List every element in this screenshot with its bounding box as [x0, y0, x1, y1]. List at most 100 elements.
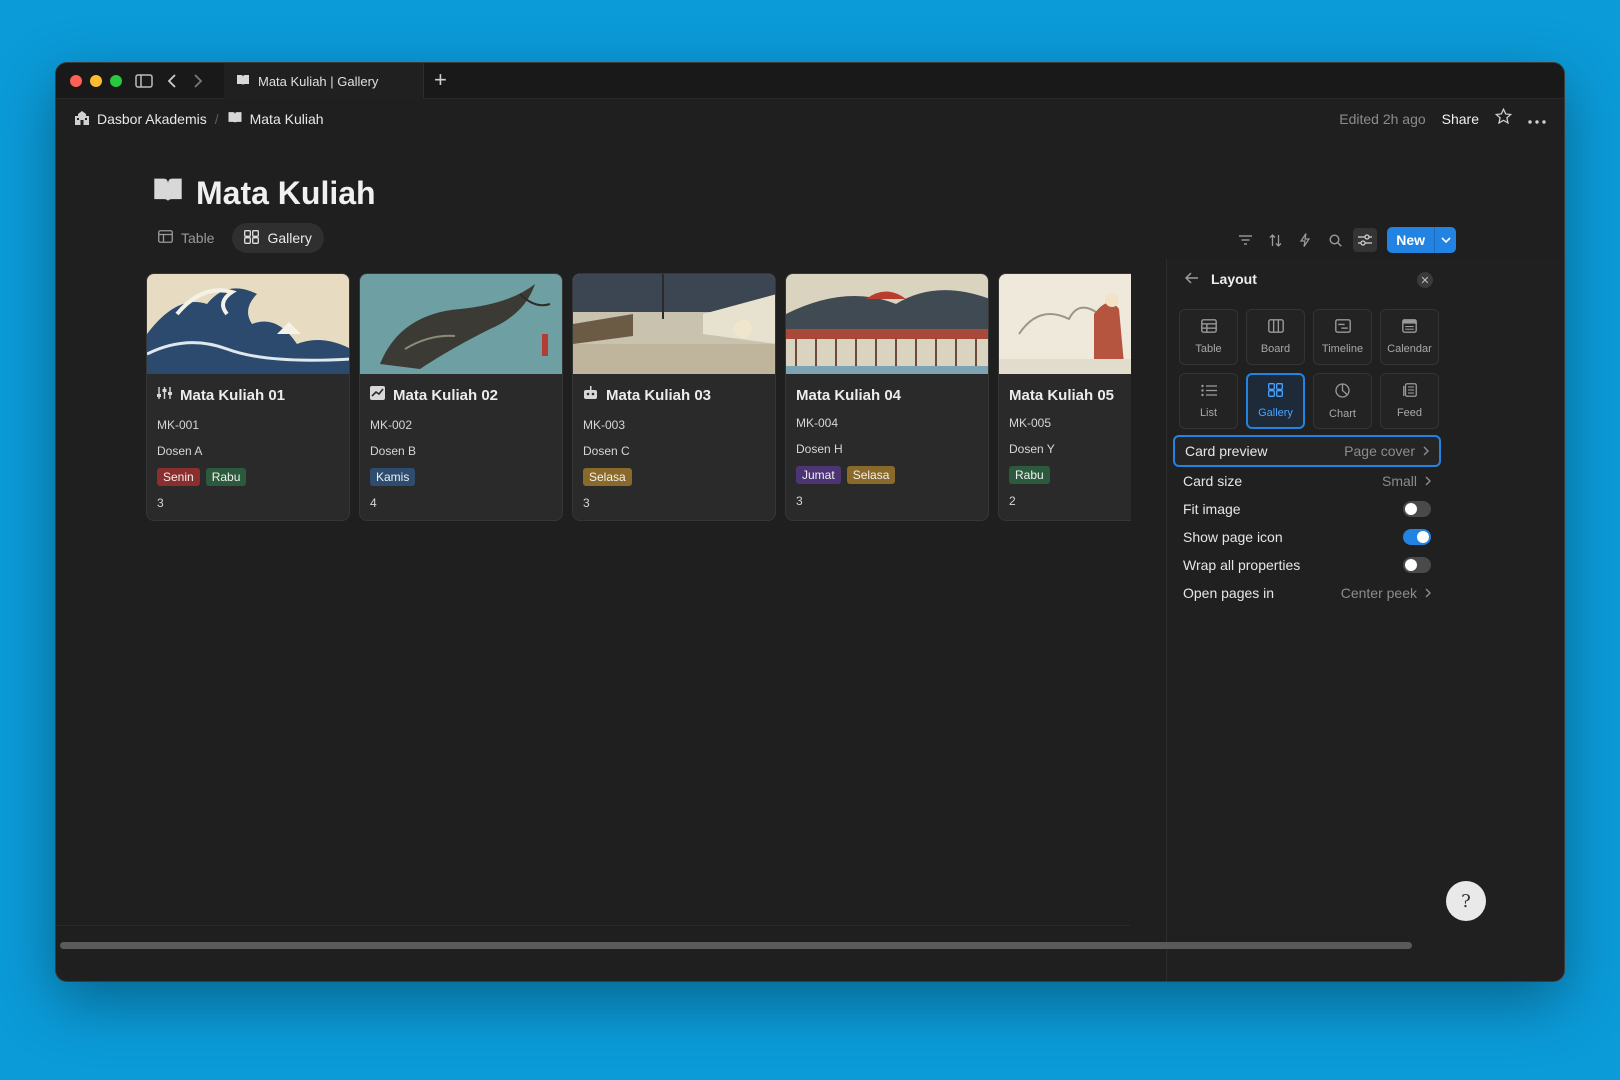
breadcrumb-current-label: Mata Kuliah — [249, 111, 324, 127]
chevron-right-icon — [1423, 443, 1429, 459]
close-window-button[interactable] — [70, 75, 82, 87]
search-icon[interactable] — [1323, 228, 1347, 252]
panel-header: Layout — [1184, 271, 1435, 287]
setting-label: Wrap all properties — [1183, 557, 1301, 573]
chevron-right-icon — [1425, 473, 1431, 489]
edited-timestamp: Edited 2h ago — [1339, 111, 1426, 127]
setting-card-size[interactable]: Card size Small — [1173, 467, 1441, 495]
minimize-window-button[interactable] — [90, 75, 102, 87]
setting-show-page-icon: Show page icon — [1173, 523, 1441, 551]
view-tabs: Table Gallery — [146, 223, 324, 253]
layout-option-chart[interactable]: Chart — [1313, 373, 1372, 429]
automation-bolt-icon[interactable] — [1293, 228, 1317, 252]
breadcrumb-parent[interactable]: Dasbor Akademis — [74, 110, 207, 128]
page-title: Mata Kuliah — [152, 175, 376, 212]
setting-label: Card preview — [1185, 443, 1268, 459]
breadcrumb-separator: / — [214, 111, 219, 127]
feed-icon — [1402, 383, 1417, 401]
tab-gallery[interactable]: Gallery — [232, 223, 324, 253]
tag: Selasa — [846, 466, 896, 484]
school-icon — [74, 110, 90, 128]
new-button-group: New — [1387, 227, 1456, 253]
card-tags: Senin Rabu — [157, 468, 339, 486]
tag: Jumat — [796, 466, 841, 484]
tab-table[interactable]: Table — [146, 223, 226, 253]
chart-icon — [370, 386, 385, 404]
close-icon[interactable]: ✕ — [1417, 272, 1433, 288]
wrap-properties-toggle[interactable] — [1403, 557, 1431, 573]
back-arrow-icon[interactable] — [162, 71, 182, 91]
gallery-grid: Mata Kuliah 01 MK-001 Dosen A Senin Rabu… — [146, 273, 1131, 533]
title-bar: Mata Kuliah | Gallery + — [56, 63, 1564, 99]
setting-label: Fit image — [1183, 501, 1241, 517]
layout-option-label: Timeline — [1321, 343, 1364, 355]
page-title-text[interactable]: Mata Kuliah — [196, 175, 376, 212]
breadcrumb-current[interactable]: Mata Kuliah — [227, 111, 324, 127]
layout-option-calendar[interactable]: Calendar — [1380, 309, 1439, 365]
gallery-card[interactable]: Mata Kuliah 05 MK-005 Dosen Y Rabu 2 — [998, 273, 1131, 521]
card-count: 3 — [796, 494, 803, 508]
new-button[interactable]: New — [1387, 227, 1434, 253]
browser-tab[interactable]: Mata Kuliah | Gallery — [224, 63, 424, 99]
card-tags: Selasa — [583, 468, 765, 486]
card-title: Mata Kuliah 03 — [583, 384, 765, 406]
layout-option-label: Chart — [1329, 407, 1356, 420]
card-code: MK-003 — [583, 418, 626, 432]
panel-title: Layout — [1211, 271, 1257, 287]
gallery-card[interactable]: Mata Kuliah 04 MK-004 Dosen H Jumat Sela… — [785, 273, 989, 521]
card-title-text: Mata Kuliah 02 — [393, 386, 499, 404]
sidebar-toggle-icon[interactable] — [134, 71, 154, 91]
layout-option-table[interactable]: Table — [1179, 309, 1238, 365]
layout-settings: Card preview Page cover Card size Small … — [1173, 435, 1441, 607]
layout-option-gallery[interactable]: Gallery — [1246, 373, 1305, 429]
card-lecturer: Dosen B — [370, 444, 417, 458]
setting-value-text: Page cover — [1344, 443, 1415, 459]
gallery-card[interactable]: Mata Kuliah 01 MK-001 Dosen A Senin Rabu… — [146, 273, 350, 521]
view-settings-icon[interactable] — [1353, 228, 1378, 252]
setting-label: Card size — [1183, 473, 1243, 489]
setting-label: Show page icon — [1183, 529, 1283, 545]
sort-icon[interactable] — [1263, 228, 1287, 252]
back-arrow-icon[interactable] — [1184, 271, 1199, 287]
book-icon — [227, 111, 243, 127]
robot-icon — [583, 386, 598, 404]
setting-open-pages-in[interactable]: Open pages in Center peek — [1173, 579, 1441, 607]
tab-title: Mata Kuliah | Gallery — [258, 73, 379, 89]
card-code: MK-004 — [796, 416, 839, 430]
gallery-card[interactable]: Mata Kuliah 02 MK-002 Dosen B Kamis 4 — [359, 273, 563, 521]
help-assistant-icon[interactable]: ? — [1446, 881, 1486, 921]
book-icon[interactable] — [152, 175, 184, 212]
horizontal-scrollbar[interactable] — [60, 942, 1412, 949]
layout-option-timeline[interactable]: Timeline — [1313, 309, 1372, 365]
layout-option-board[interactable]: Board — [1246, 309, 1305, 365]
fit-image-toggle[interactable] — [1403, 501, 1431, 517]
filter-icon[interactable] — [1233, 228, 1257, 252]
more-options-icon[interactable] — [1528, 109, 1546, 129]
sliders-icon — [157, 386, 172, 404]
layout-option-feed[interactable]: Feed — [1380, 373, 1439, 429]
card-title-text: Mata Kuliah 01 — [180, 386, 286, 404]
card-title: Mata Kuliah 01 — [157, 384, 339, 406]
table-icon — [158, 230, 173, 246]
layout-option-list[interactable]: List — [1179, 373, 1238, 429]
maximize-window-button[interactable] — [110, 75, 122, 87]
card-count: 2 — [1009, 494, 1016, 508]
forward-arrow-icon[interactable] — [188, 71, 208, 91]
gallery-card[interactable]: Mata Kuliah 03 MK-003 Dosen C Selasa 3 — [572, 273, 776, 521]
show-page-icon-toggle[interactable] — [1403, 529, 1431, 545]
layout-options: Table Board Timeline Calendar List Galle… — [1179, 309, 1439, 429]
card-count: 3 — [583, 496, 590, 510]
card-code: MK-005 — [1009, 416, 1052, 430]
card-cover-image — [999, 274, 1131, 374]
card-tags: Rabu — [1009, 466, 1131, 484]
chevron-down-icon[interactable] — [1434, 227, 1456, 253]
card-lecturer: Dosen C — [583, 444, 630, 458]
setting-card-preview[interactable]: Card preview Page cover — [1173, 435, 1441, 467]
star-icon[interactable] — [1494, 107, 1513, 130]
share-button[interactable]: Share — [1442, 111, 1479, 127]
layout-panel: Layout ✕ Table Board Timeline Calendar L… — [1166, 259, 1564, 981]
breadcrumb-parent-label: Dasbor Akademis — [97, 111, 207, 127]
page-actions: Edited 2h ago Share — [1339, 107, 1546, 131]
card-count: 4 — [370, 496, 377, 510]
new-tab-button[interactable]: + — [434, 69, 447, 91]
